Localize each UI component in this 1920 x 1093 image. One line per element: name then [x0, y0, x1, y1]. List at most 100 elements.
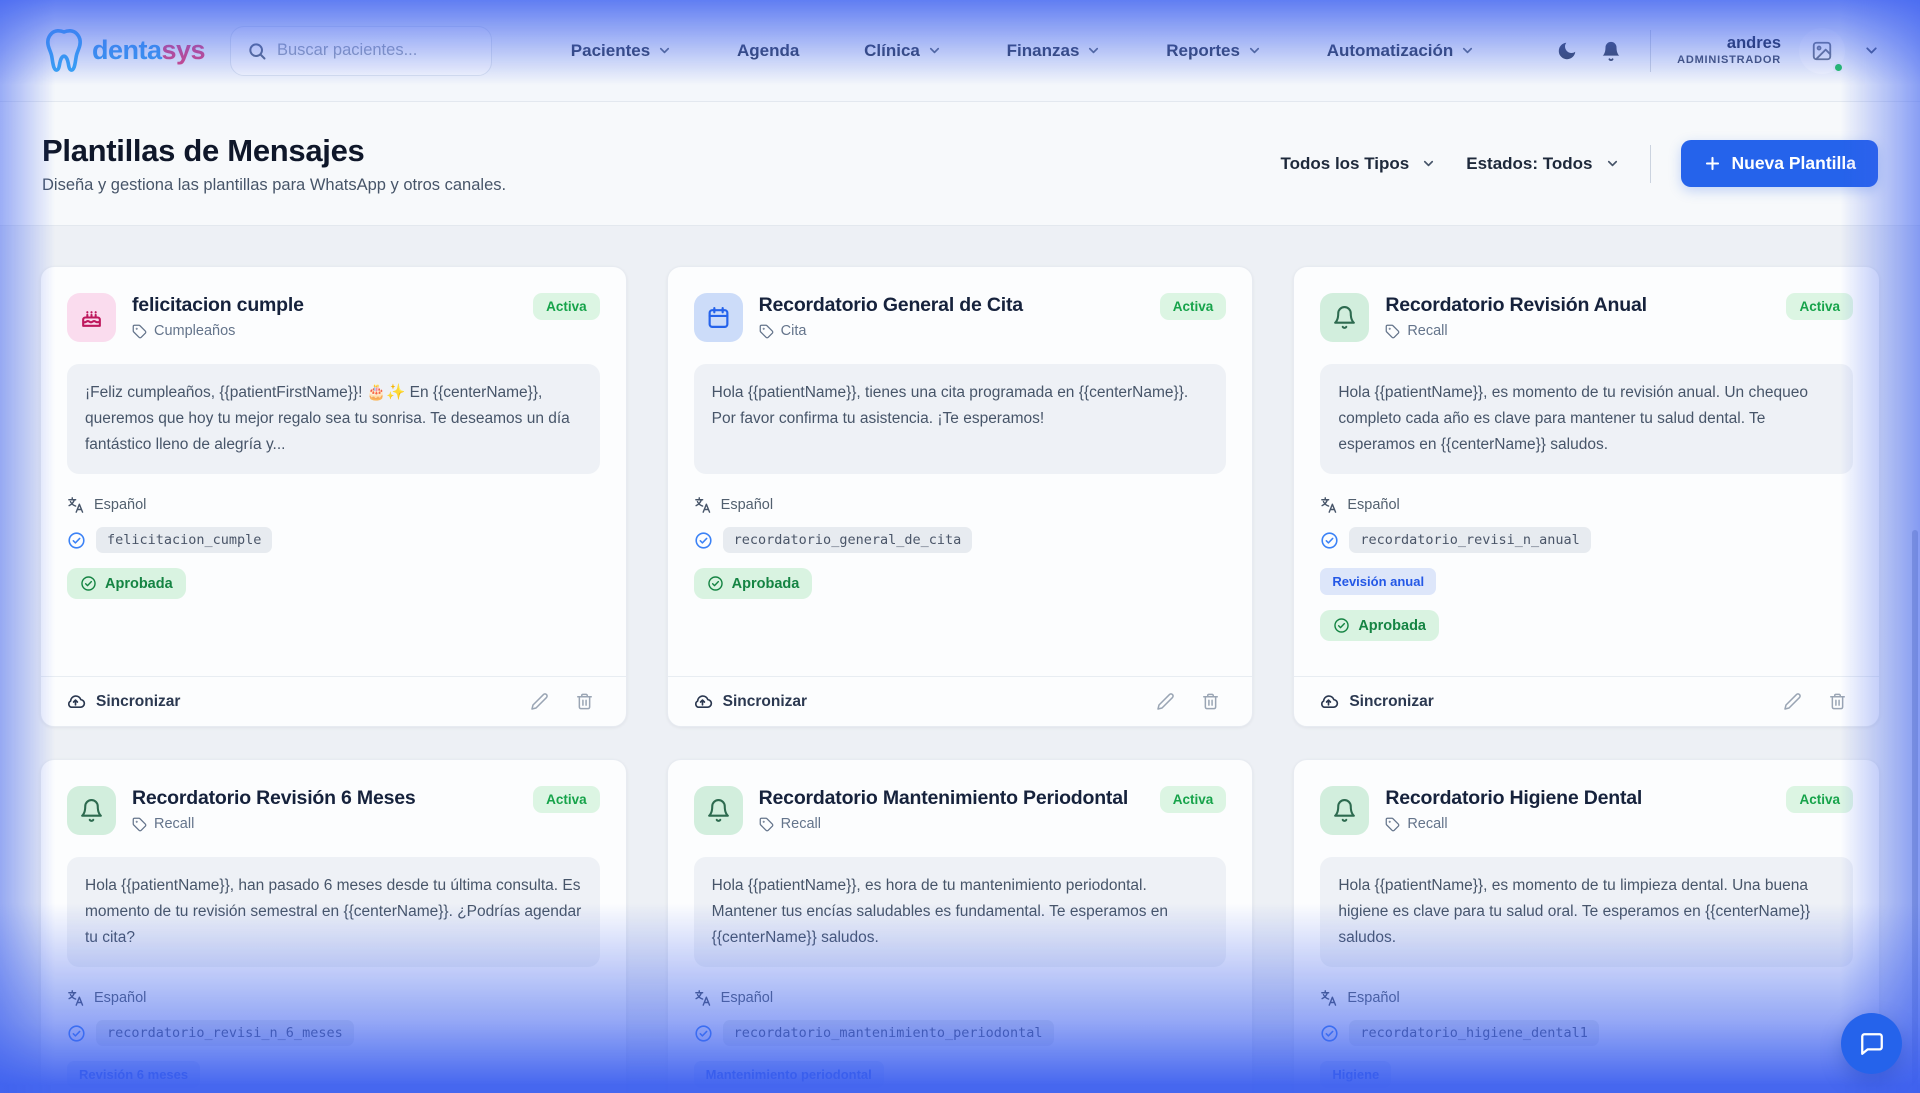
- translate-icon: [67, 989, 85, 1007]
- moon-icon: [1556, 40, 1578, 62]
- status-filter-dropdown[interactable]: Estados: Todos: [1466, 154, 1619, 174]
- filter-divider: [1650, 145, 1651, 183]
- bell-icon: [1600, 40, 1622, 62]
- status-badge: Activa: [1786, 786, 1853, 813]
- template-category: Recall: [1385, 323, 1770, 339]
- calendar-icon: [694, 293, 743, 342]
- status-badge: Activa: [1160, 786, 1227, 813]
- template-title: Recordatorio Revisión Anual: [1385, 294, 1770, 317]
- user-role: ADMINISTRADOR: [1677, 54, 1781, 68]
- status-badge: Activa: [533, 786, 600, 813]
- delete-button[interactable]: [1828, 692, 1847, 711]
- plus-icon: [1703, 154, 1722, 173]
- delete-button[interactable]: [575, 692, 594, 711]
- user-info: andres ADMINISTRADOR: [1677, 33, 1781, 67]
- template-code: recordatorio_mantenimiento_periodontal: [723, 1020, 1054, 1046]
- pencil-icon: [1156, 692, 1175, 711]
- chevron-down-icon: [657, 43, 672, 58]
- check-circle-icon: [694, 1024, 713, 1043]
- edit-button[interactable]: [1156, 692, 1175, 711]
- check-circle-icon: [80, 575, 97, 592]
- recall-tag: Higiene: [1320, 1061, 1391, 1088]
- bell-icon: [67, 786, 116, 835]
- edit-button[interactable]: [1783, 692, 1802, 711]
- chat-bubble-icon: [1859, 1031, 1885, 1057]
- language-row: Español: [67, 496, 146, 514]
- nav-item-pacientes[interactable]: Pacientes: [571, 41, 672, 61]
- sync-button[interactable]: Sincronizar: [1318, 691, 1433, 712]
- bell-icon: [1320, 293, 1369, 342]
- template-card: felicitacion cumple Cumpleaños Activa ¡F…: [40, 266, 627, 727]
- header-divider: [1650, 30, 1651, 72]
- nav-item-finanzas[interactable]: Finanzas: [1007, 41, 1102, 61]
- chevron-down-icon: [927, 43, 942, 58]
- new-template-button[interactable]: Nueva Plantilla: [1681, 140, 1879, 187]
- approval-badge: Aprobada: [67, 568, 186, 599]
- cloud-upload-icon: [1318, 691, 1339, 712]
- recall-tag: Revisión anual: [1320, 568, 1436, 595]
- trash-icon: [575, 692, 594, 711]
- message-preview: Hola {{patientName}}, es momento de tu l…: [1320, 857, 1853, 967]
- templates-grid: felicitacion cumple Cumpleaños Activa ¡F…: [40, 266, 1880, 1093]
- approval-badge: Aprobada: [1320, 610, 1439, 641]
- template-card: Recordatorio Revisión 6 Meses Recall Act…: [40, 759, 627, 1093]
- template-category: Recall: [132, 816, 517, 832]
- search-input[interactable]: [277, 41, 475, 60]
- page-subtitle: Diseña y gestiona las plantillas para Wh…: [42, 176, 506, 195]
- sync-button[interactable]: Sincronizar: [692, 691, 807, 712]
- message-preview: Hola {{patientName}}, es hora de tu mant…: [694, 857, 1227, 967]
- check-circle-icon: [707, 575, 724, 592]
- notifications-button[interactable]: [1598, 38, 1624, 64]
- template-code: felicitacion_cumple: [96, 527, 272, 553]
- image-placeholder-icon: [1811, 40, 1833, 62]
- page-header: Plantillas de Mensajes Diseña y gestiona…: [0, 102, 1920, 226]
- template-code-row: recordatorio_revisi_n_anual: [1320, 527, 1590, 553]
- avatar[interactable]: [1799, 28, 1845, 74]
- check-circle-icon: [1320, 531, 1339, 550]
- card-footer: Sincronizar: [1294, 676, 1879, 726]
- template-code-row: felicitacion_cumple: [67, 527, 272, 553]
- nav-item-clinica[interactable]: Clínica: [864, 41, 942, 61]
- delete-button[interactable]: [1201, 692, 1220, 711]
- template-category: Cumpleaños: [132, 323, 517, 339]
- check-circle-icon: [1320, 1024, 1339, 1043]
- sync-button[interactable]: Sincronizar: [65, 691, 180, 712]
- template-code-row: recordatorio_revisi_n_6_meses: [67, 1020, 354, 1046]
- template-category: Recall: [759, 816, 1144, 832]
- bell-icon: [694, 786, 743, 835]
- dark-mode-toggle[interactable]: [1554, 38, 1580, 64]
- template-title: Recordatorio Higiene Dental: [1385, 787, 1770, 810]
- translate-icon: [694, 989, 712, 1007]
- nav-item-reportes[interactable]: Reportes: [1166, 41, 1262, 61]
- scrollbar-thumb[interactable]: [1912, 530, 1918, 1093]
- user-name: andres: [1677, 33, 1781, 54]
- chat-fab-button[interactable]: [1841, 1013, 1902, 1074]
- card-footer: Sincronizar: [41, 676, 626, 726]
- edit-button[interactable]: [530, 692, 549, 711]
- type-filter-dropdown[interactable]: Todos los Tipos: [1280, 154, 1436, 174]
- chevron-down-icon: [1460, 43, 1475, 58]
- user-menu-chevron-icon[interactable]: [1863, 42, 1880, 59]
- translate-icon: [694, 496, 712, 514]
- patient-search[interactable]: [230, 26, 492, 76]
- chevron-down-icon: [1086, 43, 1101, 58]
- check-circle-icon: [1333, 617, 1350, 634]
- templates-main: felicitacion cumple Cumpleaños Activa ¡F…: [0, 226, 1920, 1093]
- template-title: felicitacion cumple: [132, 294, 517, 317]
- nav-item-agenda[interactable]: Agenda: [737, 41, 799, 61]
- template-card: Recordatorio Higiene Dental Recall Activ…: [1293, 759, 1880, 1093]
- tag-icon: [132, 817, 147, 832]
- cloud-upload-icon: [692, 691, 713, 712]
- template-category: Recall: [1385, 816, 1770, 832]
- trash-icon: [1201, 692, 1220, 711]
- translate-icon: [1320, 496, 1338, 514]
- template-code: recordatorio_revisi_n_anual: [1349, 527, 1590, 553]
- status-badge: Activa: [1160, 293, 1227, 320]
- tag-icon: [1385, 324, 1400, 339]
- template-card: Recordatorio General de Cita Cita Activa…: [667, 266, 1254, 727]
- tag-icon: [759, 324, 774, 339]
- brand-logo[interactable]: dentasys: [40, 27, 230, 75]
- top-navbar: dentasys Pacientes Agenda Clínica Finanz…: [0, 0, 1920, 102]
- nav-item-automatizacion[interactable]: Automatización: [1327, 41, 1476, 61]
- trash-icon: [1828, 692, 1847, 711]
